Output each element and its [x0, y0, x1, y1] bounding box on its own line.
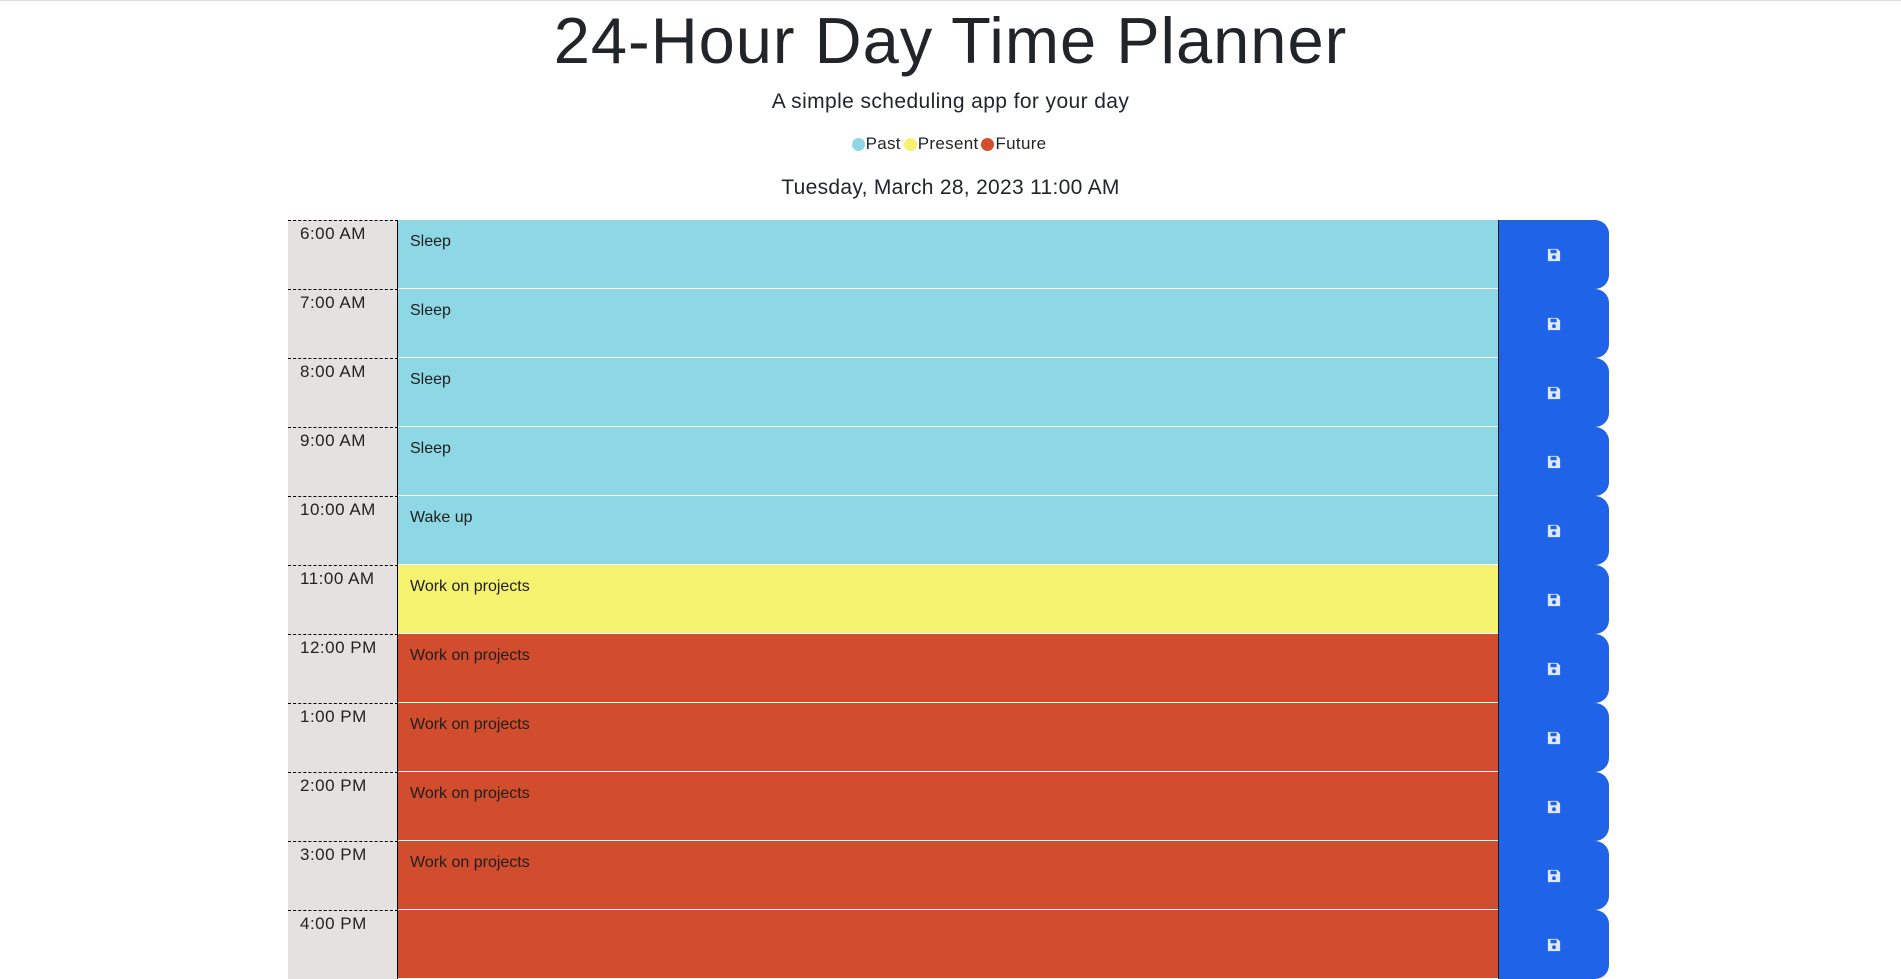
floppy-disk-icon — [1547, 248, 1561, 261]
hour-label: 3:00 PM — [288, 841, 398, 910]
save-button[interactable] — [1498, 772, 1609, 841]
floppy-disk-icon — [1547, 938, 1561, 951]
event-description-input[interactable]: Work on projects — [398, 841, 1498, 910]
floppy-disk-icon — [1547, 869, 1561, 882]
past-dot-icon — [851, 137, 865, 151]
page-subtitle: A simple scheduling app for your day — [771, 90, 1130, 113]
save-button[interactable] — [1498, 565, 1609, 634]
time-block-row: 1:00 PM Work on projects — [288, 703, 1610, 772]
future-dot-icon — [981, 137, 995, 151]
color-legend: Past Present Future — [0, 132, 1901, 156]
time-block-row: 3:00 PM Work on projects — [288, 841, 1610, 910]
floppy-disk-icon — [1547, 455, 1561, 468]
event-description-input[interactable] — [398, 910, 1498, 979]
time-block-row: 4:00 PM — [288, 910, 1610, 979]
floppy-disk-icon — [1547, 524, 1561, 537]
time-block-container: 6:00 AM Sleep 7:00 AM Sleep 8:00 AM Slee… — [288, 220, 1610, 979]
time-block-row: 8:00 AM Sleep — [288, 358, 1610, 427]
save-button[interactable] — [1498, 910, 1609, 979]
event-description-input[interactable]: Sleep — [398, 427, 1498, 496]
save-button[interactable] — [1498, 496, 1609, 565]
floppy-disk-icon — [1547, 800, 1561, 813]
hour-label: 4:00 PM — [288, 910, 398, 979]
legend-label-present: Present — [917, 134, 979, 153]
save-button[interactable] — [1498, 358, 1609, 427]
hour-label: 11:00 AM — [288, 565, 398, 634]
present-dot-icon — [903, 137, 917, 151]
event-description-input[interactable]: Work on projects — [398, 703, 1498, 772]
time-block-row: 2:00 PM Work on projects — [288, 772, 1610, 841]
page-title: 24-Hour Day Time Planner — [553, 4, 1348, 77]
event-description-input[interactable]: Wake up — [398, 496, 1498, 565]
time-block-row: 9:00 AM Sleep — [288, 427, 1610, 496]
save-button[interactable] — [1498, 841, 1609, 910]
save-button[interactable] — [1498, 220, 1609, 289]
floppy-disk-icon — [1547, 317, 1561, 330]
floppy-disk-icon — [1547, 386, 1561, 399]
hour-label: 8:00 AM — [288, 358, 398, 427]
event-description-input[interactable]: Work on projects — [398, 565, 1498, 634]
save-button[interactable] — [1498, 289, 1609, 358]
time-block-row: 7:00 AM Sleep — [288, 289, 1610, 358]
top-divider — [0, 0, 1901, 1]
floppy-disk-icon — [1547, 593, 1561, 606]
floppy-disk-icon — [1547, 731, 1561, 744]
time-block-row: 6:00 AM Sleep — [288, 220, 1610, 289]
floppy-disk-icon — [1547, 662, 1561, 675]
legend-label-past: Past — [865, 134, 901, 153]
hour-label: 12:00 PM — [288, 634, 398, 703]
save-button[interactable] — [1498, 427, 1609, 496]
hour-label: 2:00 PM — [288, 772, 398, 841]
event-description-input[interactable]: Work on projects — [398, 634, 1498, 703]
event-description-input[interactable]: Work on projects — [398, 772, 1498, 841]
save-button[interactable] — [1498, 703, 1609, 772]
time-block-row: 11:00 AM Work on projects — [288, 565, 1610, 634]
time-block-row: 10:00 AM Wake up — [288, 496, 1610, 565]
legend-item-past: Past — [851, 132, 901, 156]
legend-item-future: Future — [981, 132, 1046, 156]
hour-label: 9:00 AM — [288, 427, 398, 496]
event-description-input[interactable]: Sleep — [398, 289, 1498, 358]
hour-label: 6:00 AM — [288, 220, 398, 289]
hour-label: 10:00 AM — [288, 496, 398, 565]
current-date-time: Tuesday, March 28, 2023 11:00 AM — [781, 176, 1120, 199]
hour-label: 7:00 AM — [288, 289, 398, 358]
save-button[interactable] — [1498, 634, 1609, 703]
legend-item-present: Present — [903, 132, 979, 156]
hour-label: 1:00 PM — [288, 703, 398, 772]
event-description-input[interactable]: Sleep — [398, 220, 1498, 289]
event-description-input[interactable]: Sleep — [398, 358, 1498, 427]
time-block-row: 12:00 PM Work on projects — [288, 634, 1610, 703]
legend-label-future: Future — [995, 134, 1047, 153]
